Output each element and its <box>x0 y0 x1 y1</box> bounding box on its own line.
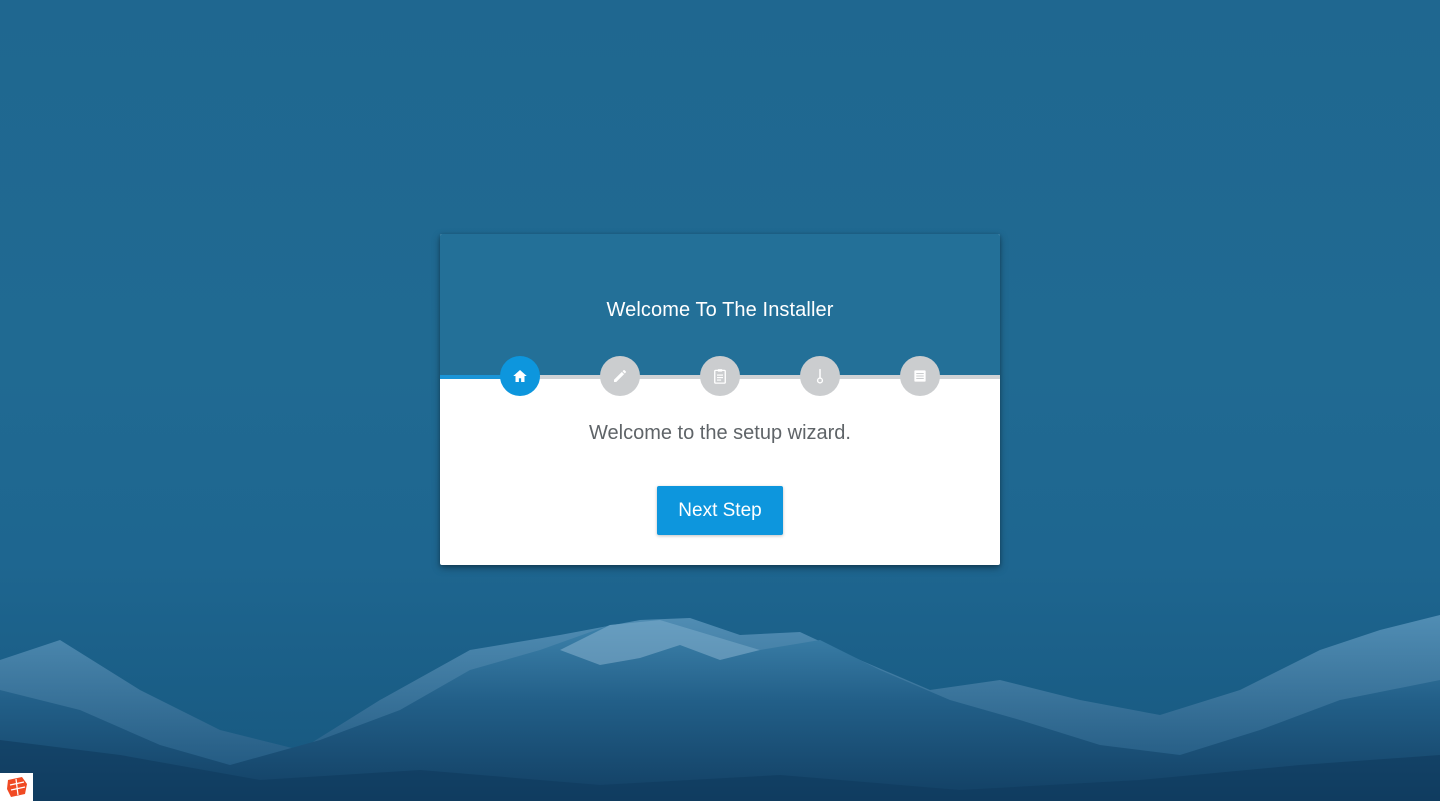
step-home[interactable] <box>500 356 540 396</box>
step-edit[interactable] <box>600 356 640 396</box>
card-header: Welcome To The Installer <box>440 234 1000 375</box>
document-icon <box>914 370 926 382</box>
next-step-button[interactable]: Next Step <box>657 486 783 535</box>
clipboard-icon <box>714 369 726 384</box>
mountain-background <box>0 615 1440 801</box>
step-clipboard[interactable] <box>700 356 740 396</box>
step-document[interactable] <box>900 356 940 396</box>
corner-badge[interactable] <box>0 773 33 801</box>
step-thermometer[interactable] <box>800 356 840 396</box>
welcome-message: Welcome to the setup wizard. <box>589 422 851 444</box>
installer-card: Welcome To The Installer Welcome to the … <box>440 234 1000 565</box>
thermometer-icon <box>816 368 824 384</box>
installer-title: Welcome To The Installer <box>606 299 834 321</box>
home-icon <box>513 370 527 382</box>
app-logo-icon <box>6 777 27 797</box>
pencil-icon <box>614 370 626 382</box>
